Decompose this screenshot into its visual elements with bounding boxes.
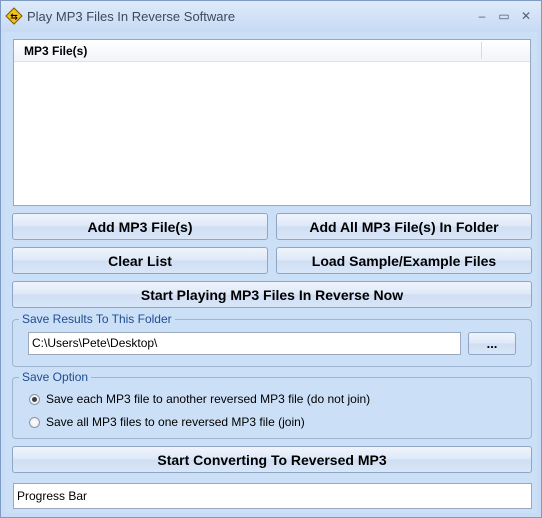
save-option-group: Save Option Save each MP3 file to anothe… [12, 370, 532, 439]
mp3-file-list[interactable]: MP3 File(s) [13, 39, 531, 206]
radio-join-icon[interactable] [29, 416, 40, 428]
main-panel: MP3 File(s) Add MP3 File(s) Add All MP3 … [5, 32, 537, 513]
window-title: Play MP3 Files In Reverse Software [27, 9, 236, 24]
start-converting-button[interactable]: Start Converting To Reversed MP3 [12, 446, 532, 473]
app-logo-icon: ⇆ [5, 7, 23, 25]
save-results-group: Save Results To This Folder C:\Users\Pet… [12, 312, 532, 367]
option-separate-label[interactable]: Save each MP3 file to another reversed M… [46, 392, 370, 406]
svg-text:⇆: ⇆ [10, 13, 18, 23]
option-join-files[interactable]: Save all MP3 files to one reversed MP3 f… [29, 415, 305, 429]
title-bar[interactable]: ⇆ Play MP3 Files In Reverse Software – ▭… [1, 1, 541, 32]
load-sample-files-button[interactable]: Load Sample/Example Files [276, 247, 532, 274]
start-playing-reverse-button[interactable]: Start Playing MP3 Files In Reverse Now [12, 281, 532, 308]
option-join-label[interactable]: Save all MP3 files to one reversed MP3 f… [46, 415, 305, 429]
output-folder-field[interactable]: C:\Users\Pete\Desktop\ [28, 332, 461, 355]
radio-separate-icon[interactable] [29, 393, 40, 405]
app-window: ⇆ Play MP3 Files In Reverse Software – ▭… [0, 0, 542, 518]
save-results-legend: Save Results To This Folder [19, 312, 175, 326]
add-mp3-files-button[interactable]: Add MP3 File(s) [12, 213, 268, 240]
add-folder-button[interactable]: Add All MP3 File(s) In Folder [276, 213, 532, 240]
clear-list-button[interactable]: Clear List [12, 247, 268, 274]
progress-bar-label: Progress Bar [17, 489, 88, 503]
column-separator[interactable] [481, 42, 482, 59]
close-icon[interactable]: ✕ [515, 7, 537, 25]
progress-bar: Progress Bar [13, 483, 532, 509]
save-option-legend: Save Option [19, 370, 92, 384]
option-separate-files[interactable]: Save each MP3 file to another reversed M… [29, 392, 370, 406]
browse-folder-button[interactable]: ... [468, 332, 516, 355]
list-header: MP3 File(s) [14, 40, 530, 62]
maximize-icon[interactable]: ▭ [493, 7, 515, 25]
minimize-icon[interactable]: – [471, 7, 493, 25]
column-header-mp3-files[interactable]: MP3 File(s) [24, 44, 87, 58]
